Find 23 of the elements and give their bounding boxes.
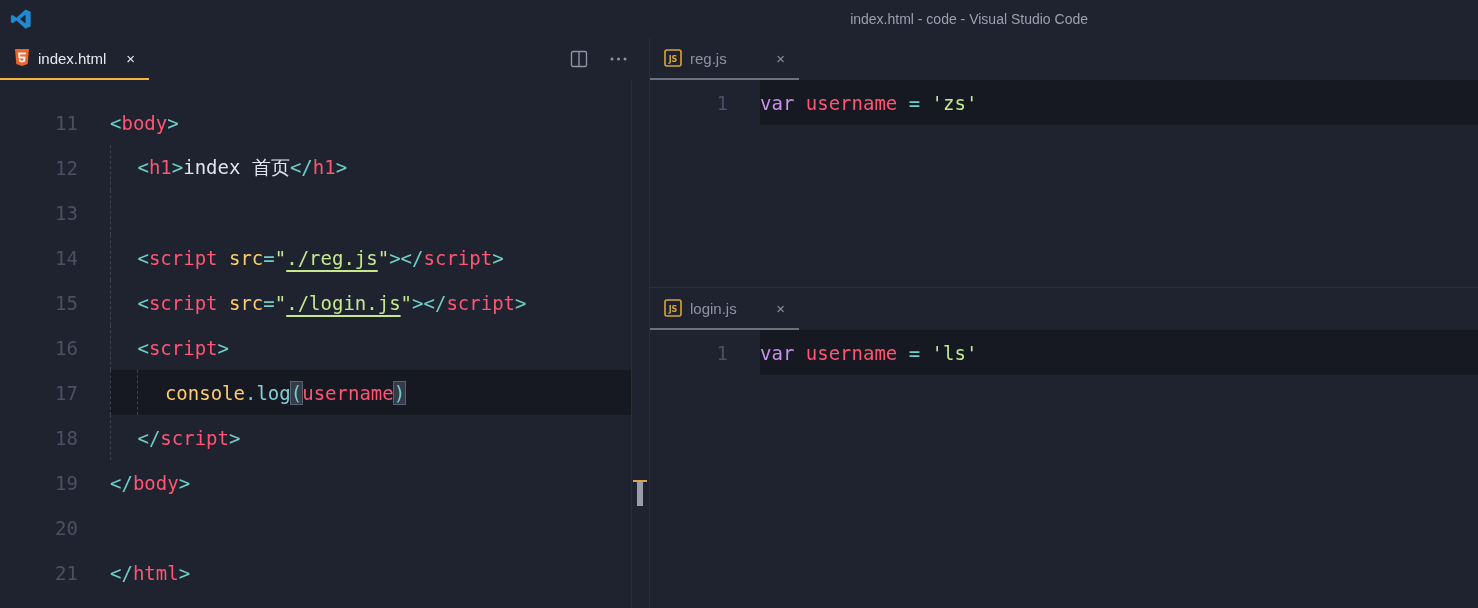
app-logo-icon (10, 8, 32, 30)
code-line: var username = 'ls' (760, 341, 978, 364)
code-line: <script> (137, 336, 229, 359)
code-line: </script> (137, 426, 241, 449)
html-file-icon (14, 49, 30, 67)
code-line: console.log(username) (164, 381, 406, 404)
js-file-icon: JS (664, 299, 682, 317)
window-title: index.html - code - Visual Studio Code (850, 11, 1088, 27)
code-line: <script src="./reg.js"></script> (137, 246, 504, 269)
split-editor-icon[interactable] (570, 50, 588, 68)
code-line: var username = 'zs' (760, 91, 978, 114)
js-file-icon: JS (664, 49, 682, 67)
code-line: <body> (110, 111, 179, 134)
editor-tab[interactable]: index.html × (0, 38, 149, 80)
more-actions-icon[interactable] (610, 57, 627, 61)
code-line: <script src="./login.js"></script> (137, 291, 527, 314)
code-line: </body> (110, 471, 191, 494)
code-line: </html> (110, 561, 191, 584)
close-icon[interactable]: × (776, 49, 785, 67)
cursor-position-marker (633, 480, 647, 506)
close-icon[interactable]: × (776, 299, 785, 317)
close-icon[interactable]: × (126, 49, 135, 67)
code-line: <h1>index 首页</h1> (137, 154, 348, 180)
